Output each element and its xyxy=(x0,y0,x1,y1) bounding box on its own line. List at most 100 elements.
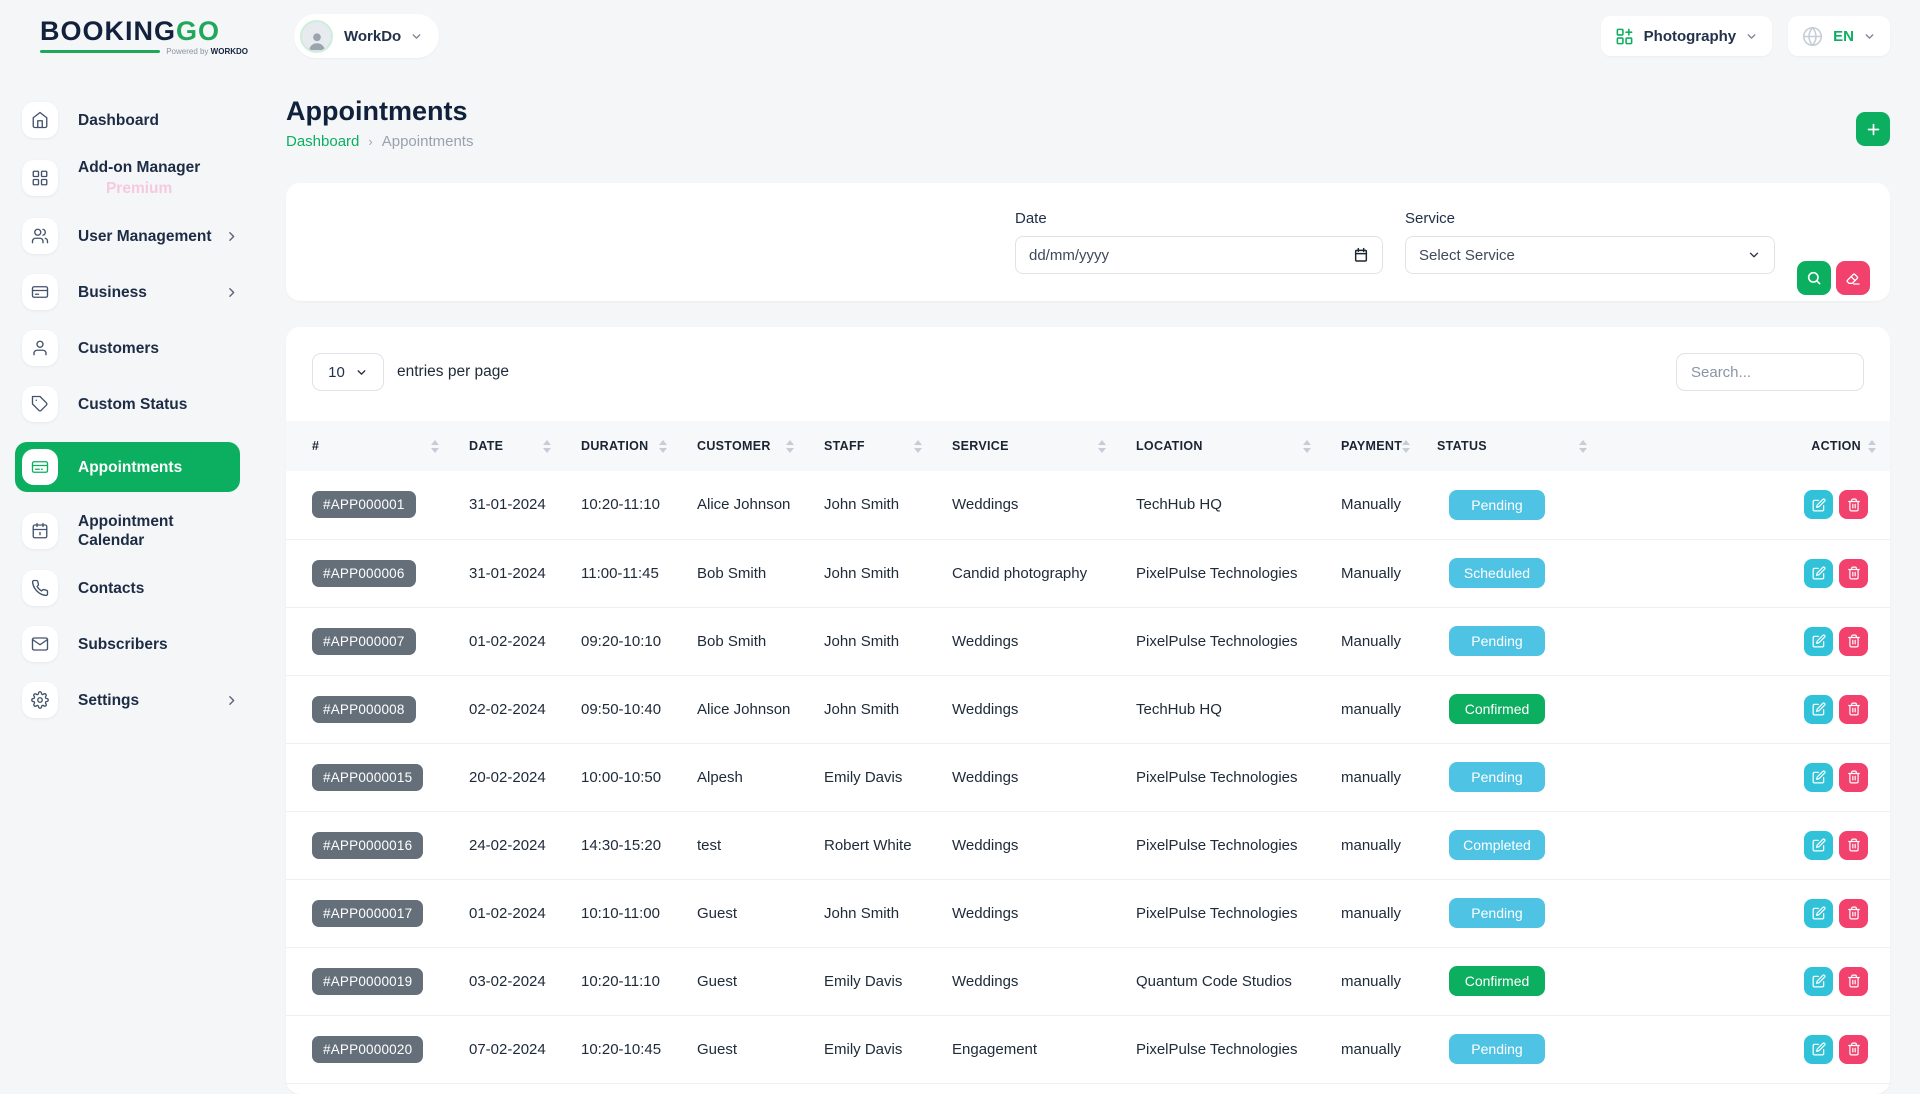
sidebar-item-business[interactable]: Business xyxy=(22,274,240,310)
sort-icon[interactable] xyxy=(659,440,667,453)
delete-button[interactable] xyxy=(1839,695,1868,724)
entries-per-page-value: 10 xyxy=(328,364,345,381)
cell-duration: 09:20-10:10 xyxy=(581,607,697,675)
cell-date: 02-02-2024 xyxy=(469,675,581,743)
delete-button[interactable] xyxy=(1839,490,1868,519)
delete-button[interactable] xyxy=(1839,627,1868,656)
sidebar-item-subscribers[interactable]: Subscribers xyxy=(22,626,240,662)
edit-button[interactable] xyxy=(1804,695,1833,724)
filter-search-button[interactable] xyxy=(1797,261,1831,295)
filter-reset-button[interactable] xyxy=(1836,261,1870,295)
edit-button[interactable] xyxy=(1804,831,1833,860)
sidebar-item-customers[interactable]: Customers xyxy=(22,330,240,366)
appointment-id-badge: #APP0000020 xyxy=(312,1036,423,1063)
language-selector[interactable]: EN xyxy=(1788,16,1890,56)
sidebar-item-label: Customers xyxy=(78,339,159,358)
sort-icon[interactable] xyxy=(1303,440,1311,453)
sidebar-item-label: Appointment Calendar xyxy=(78,512,240,550)
edit-button[interactable] xyxy=(1804,1035,1833,1064)
sort-icon[interactable] xyxy=(543,440,551,453)
column-header-service[interactable]: SERVICE xyxy=(952,421,1136,471)
column-header-id[interactable]: # xyxy=(286,421,469,471)
cell-location: TechHub HQ xyxy=(1136,471,1341,539)
cell-payment: manually xyxy=(1341,811,1437,879)
column-header-duration[interactable]: DURATION xyxy=(581,421,697,471)
edit-button[interactable] xyxy=(1804,967,1833,996)
search-icon xyxy=(1806,270,1822,286)
column-header-payment[interactable]: PAYMENT xyxy=(1341,421,1437,471)
add-appointment-button[interactable] xyxy=(1856,112,1890,146)
service-select[interactable]: Select Service xyxy=(1405,236,1775,274)
status-badge: Confirmed xyxy=(1449,694,1545,724)
sidebar-item-appointment-calendar[interactable]: Appointment Calendar xyxy=(22,512,240,550)
pencil-square-icon xyxy=(1812,906,1826,920)
pencil-square-icon xyxy=(1812,566,1826,580)
language-code: EN xyxy=(1833,28,1854,45)
column-header-date[interactable]: DATE xyxy=(469,421,581,471)
trash-icon xyxy=(1847,838,1861,852)
edit-button[interactable] xyxy=(1804,627,1833,656)
globe-icon xyxy=(1802,26,1823,47)
edit-button[interactable] xyxy=(1804,490,1833,519)
column-header-action[interactable]: ACTION xyxy=(1617,421,1890,471)
date-placeholder: dd/mm/yyyy xyxy=(1029,247,1109,264)
sidebar-item-settings[interactable]: Settings xyxy=(22,682,240,718)
workspace-selector[interactable]: WorkDo xyxy=(294,14,439,58)
column-header-location[interactable]: LOCATION xyxy=(1136,421,1341,471)
cell-duration: 10:20-10:45 xyxy=(581,1015,697,1083)
column-header-customer[interactable]: CUSTOMER xyxy=(697,421,824,471)
delete-button[interactable] xyxy=(1839,763,1868,792)
delete-button[interactable] xyxy=(1839,1035,1868,1064)
edit-button[interactable] xyxy=(1804,559,1833,588)
calendar-icon[interactable] xyxy=(1353,247,1369,263)
table-search-input[interactable] xyxy=(1676,353,1864,391)
cell-location: PixelPulse Technologies xyxy=(1136,879,1341,947)
sort-icon[interactable] xyxy=(914,440,922,453)
sidebar-item-addon-manager[interactable]: Add-on ManagerPremium xyxy=(22,158,240,198)
cell-location: PixelPulse Technologies xyxy=(1136,743,1341,811)
date-input[interactable]: dd/mm/yyyy xyxy=(1015,236,1383,274)
cell-date: 31-01-2024 xyxy=(469,539,581,607)
logo-secondary: GO xyxy=(176,16,220,46)
breadcrumb-current: Appointments xyxy=(382,133,474,150)
appointment-id-badge: #APP0000017 xyxy=(312,900,423,927)
delete-button[interactable] xyxy=(1839,967,1868,996)
column-header-status[interactable]: STATUS xyxy=(1437,421,1617,471)
sidebar-item-label: User Management xyxy=(78,227,212,246)
date-filter-label: Date xyxy=(1015,210,1383,227)
appointment-row: #APP00000802-02-202409:50-10:40Alice Joh… xyxy=(286,675,1890,743)
sort-icon[interactable] xyxy=(1098,440,1106,453)
chevron-right-icon xyxy=(225,286,238,299)
chevron-right-icon xyxy=(225,230,238,243)
cell-customer: Alpesh xyxy=(697,743,824,811)
sort-icon[interactable] xyxy=(1579,440,1587,453)
cell-payment: manually xyxy=(1341,743,1437,811)
appointments-table: #DATEDURATIONCUSTOMERSTAFFSERVICELOCATIO… xyxy=(286,421,1890,1084)
cell-service: Engagement xyxy=(952,1015,1136,1083)
delete-button[interactable] xyxy=(1839,559,1868,588)
delete-button[interactable] xyxy=(1839,831,1868,860)
sidebar-item-contacts[interactable]: Contacts xyxy=(22,570,240,606)
cell-service: Weddings xyxy=(952,879,1136,947)
date-filter-group: Date dd/mm/yyyy xyxy=(1015,210,1383,274)
delete-button[interactable] xyxy=(1839,899,1868,928)
mail-icon xyxy=(22,626,58,662)
sort-icon[interactable] xyxy=(1868,440,1876,453)
chevron-down-icon xyxy=(410,30,423,43)
sort-icon[interactable] xyxy=(1402,440,1410,453)
column-header-staff[interactable]: STAFF xyxy=(824,421,952,471)
sidebar-item-dashboard[interactable]: Dashboard xyxy=(22,102,240,138)
sidebar-item-custom-status[interactable]: Custom Status xyxy=(22,386,240,422)
sidebar-item-user-management[interactable]: User Management xyxy=(22,218,240,254)
entries-per-page-select[interactable]: 10 xyxy=(312,353,384,391)
cell-duration: 10:20-11:10 xyxy=(581,471,697,539)
edit-button[interactable] xyxy=(1804,763,1833,792)
sidebar-item-appointments[interactable]: Appointments xyxy=(15,442,240,492)
cell-staff: Robert White xyxy=(824,811,952,879)
breadcrumb-dashboard-link[interactable]: Dashboard xyxy=(286,133,359,150)
sort-icon[interactable] xyxy=(431,440,439,453)
sort-icon[interactable] xyxy=(786,440,794,453)
edit-button[interactable] xyxy=(1804,899,1833,928)
appointment-id-badge: #APP000006 xyxy=(312,560,416,587)
module-selector[interactable]: Photography xyxy=(1601,16,1773,56)
